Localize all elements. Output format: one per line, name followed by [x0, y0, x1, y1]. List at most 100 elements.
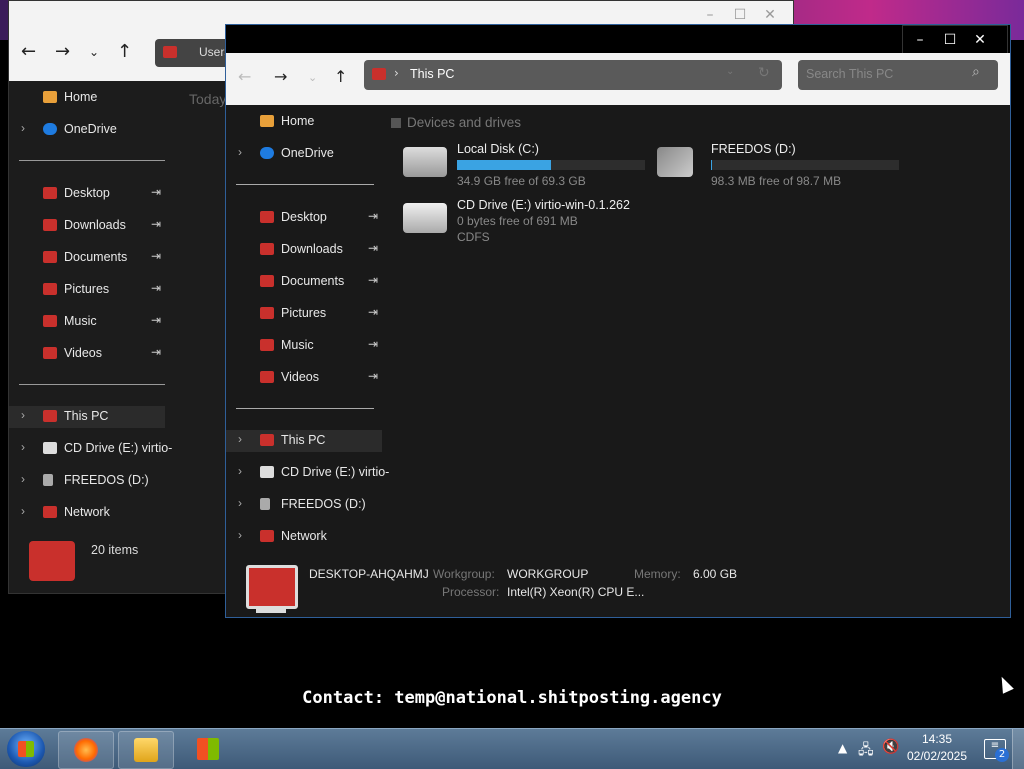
- volume-muted-icon[interactable]: 🔇: [882, 739, 899, 755]
- forward-arrow-icon[interactable]: →: [55, 41, 70, 62]
- usb-drive-icon: [657, 147, 693, 177]
- chevron-right-icon[interactable]: ›: [238, 432, 242, 446]
- show-desktop-button[interactable]: [1012, 729, 1024, 769]
- folder-icon: [43, 219, 57, 231]
- chevron-right-icon[interactable]: ›: [238, 145, 242, 159]
- sidebar-item-this-pc[interactable]: › This PC: [9, 406, 165, 428]
- search-input[interactable]: Search This PC ⌕: [798, 60, 998, 90]
- sidebar-item-pictures[interactable]: Pictures ⇥: [226, 303, 382, 325]
- sidebar-item-videos[interactable]: Videos ⇥: [226, 367, 382, 389]
- chevron-right-icon[interactable]: ›: [21, 408, 25, 422]
- home-icon: [260, 115, 274, 127]
- chevron-right-icon[interactable]: ›: [238, 496, 242, 510]
- sidebar-item-freedos[interactable]: › FREEDOS (D:): [226, 494, 382, 516]
- sidebar-item-pictures[interactable]: Pictures ⇥: [9, 279, 179, 301]
- memory-label: Memory:: [634, 567, 681, 581]
- sidebar-item-cd-drive[interactable]: › CD Drive (E:) virtio-: [9, 438, 179, 460]
- up-arrow-icon[interactable]: ↑: [117, 41, 132, 62]
- sidebar-item-home[interactable]: Home: [226, 111, 382, 133]
- show-hidden-icons-arrow-icon[interactable]: ▲: [838, 741, 847, 755]
- processor-label: Processor:: [442, 585, 500, 599]
- folder-icon: [43, 347, 57, 359]
- drive-tile-c[interactable]: Local Disk (C:) 34.9 GB free of 69.3 GB: [391, 139, 645, 188]
- minimize-button[interactable]: –: [905, 30, 935, 50]
- sidebar-item-desktop[interactable]: Desktop ⇥: [9, 183, 179, 205]
- folder-icon: [260, 211, 274, 223]
- address-bar[interactable]: › This PC ⌄ ↻: [364, 60, 782, 90]
- sidebar-item-network[interactable]: › Network: [9, 502, 179, 524]
- pin-icon: ⇥: [368, 273, 379, 287]
- sidebar-item-documents[interactable]: Documents ⇥: [226, 271, 382, 293]
- usage-bar: [711, 160, 899, 170]
- clock[interactable]: 14:35 02/02/2025: [902, 731, 972, 765]
- pin-icon: ⇥: [151, 313, 162, 327]
- pin-icon: ⇥: [151, 249, 162, 263]
- sidebar-item-cd-drive[interactable]: › CD Drive (E:) virtio-: [226, 462, 389, 484]
- sidebar-item-home[interactable]: Home: [9, 87, 179, 109]
- contact-overlay-text: Contact: temp@national.shitposting.agenc…: [302, 688, 722, 708]
- sidebar-item-network[interactable]: › Network: [226, 526, 382, 548]
- navigation-pane: Home › OneDrive Desktop ⇥ Downloads ⇥ Docum…: [226, 105, 389, 617]
- title-bar[interactable]: – ☐ ✕: [226, 25, 1010, 55]
- usage-bar: [457, 160, 645, 170]
- close-button[interactable]: ✕: [965, 30, 995, 50]
- chevron-right-icon[interactable]: ›: [21, 504, 25, 518]
- sidebar-item-onedrive[interactable]: › OneDrive: [226, 143, 382, 165]
- network-tray-icon[interactable]: 🖧: [858, 739, 874, 763]
- chevron-down-icon[interactable]: ⌄: [726, 66, 734, 77]
- sidebar-item-downloads[interactable]: Downloads ⇥: [226, 239, 382, 261]
- sidebar-item-documents[interactable]: Documents ⇥: [9, 247, 179, 269]
- minimize-button[interactable]: –: [695, 5, 725, 25]
- close-button[interactable]: ✕: [755, 5, 785, 25]
- drive-tile-e[interactable]: CD Drive (E:) virtio-win-0.1.262 0 bytes…: [391, 195, 651, 259]
- chevron-right-icon[interactable]: ›: [21, 472, 25, 486]
- folder-icon: [43, 251, 57, 263]
- action-center-icon[interactable]: ≡ 2: [984, 739, 1009, 762]
- usage-fill: [457, 160, 551, 170]
- taskbar-store[interactable]: [180, 731, 234, 767]
- cd-icon: [260, 466, 274, 478]
- chevron-down-icon[interactable]: ⌄: [89, 45, 99, 59]
- taskbar-file-explorer[interactable]: [118, 731, 174, 769]
- sidebar-item-music[interactable]: Music ⇥: [9, 311, 179, 333]
- sidebar-item-music[interactable]: Music ⇥: [226, 335, 382, 357]
- up-arrow-icon[interactable]: ↑: [334, 67, 347, 86]
- chevron-right-icon[interactable]: ›: [238, 528, 242, 542]
- pin-icon: ⇥: [368, 241, 379, 255]
- usage-fill: [711, 160, 712, 170]
- refresh-icon[interactable]: ↻: [758, 65, 770, 81]
- sidebar-item-onedrive[interactable]: › OneDrive: [9, 119, 179, 141]
- sidebar-item-desktop[interactable]: Desktop ⇥: [226, 207, 382, 229]
- forward-arrow-icon[interactable]: →: [274, 67, 287, 86]
- sidebar-item-freedos[interactable]: › FREEDOS (D:): [9, 470, 179, 492]
- address-text: This PC: [410, 67, 455, 81]
- start-button[interactable]: [7, 731, 45, 767]
- firefox-icon: [74, 738, 98, 762]
- maximize-button[interactable]: ☐: [725, 5, 755, 25]
- sidebar-item-downloads[interactable]: Downloads ⇥: [9, 215, 179, 237]
- cloud-icon: [43, 123, 57, 135]
- chevron-down-icon[interactable]: ⌄: [308, 71, 317, 84]
- taskbar: ▲ 🖧 🔇 14:35 02/02/2025 ≡ 2: [0, 728, 1024, 769]
- chevron-right-icon[interactable]: ›: [238, 464, 242, 478]
- navigation-pane: Home › OneDrive Desktop ⇥ Downloads ⇥ Docum…: [9, 81, 179, 593]
- back-arrow-icon[interactable]: ←: [238, 67, 251, 86]
- chevron-right-icon[interactable]: ›: [21, 440, 25, 454]
- back-arrow-icon[interactable]: ←: [21, 41, 36, 62]
- pin-icon: ⇥: [151, 185, 162, 199]
- processor-value: Intel(R) Xeon(R) CPU E...: [507, 585, 645, 599]
- folder-icon: [163, 46, 177, 58]
- chevron-right-icon[interactable]: ›: [21, 121, 25, 135]
- sidebar-item-this-pc[interactable]: › This PC: [226, 430, 382, 452]
- toolbar: ← → ⌄ ↑ › This PC ⌄ ↻ Search This PC ⌕: [226, 53, 1010, 105]
- sidebar-item-videos[interactable]: Videos ⇥: [9, 343, 179, 365]
- maximize-button[interactable]: ☐: [935, 30, 965, 50]
- drive-tile-d[interactable]: FREEDOS (D:) 98.3 MB free of 98.7 MB: [645, 139, 899, 188]
- taskbar-firefox[interactable]: [58, 731, 114, 769]
- folder-icon: [260, 339, 274, 351]
- folder-icon: [43, 187, 57, 199]
- group-header[interactable]: Devices and drives: [391, 115, 521, 130]
- folder-icon: [260, 275, 274, 287]
- file-explorer-window[interactable]: – ☐ ✕ ← → ⌄ ↑ › This PC ⌄ ↻ Search This …: [225, 24, 1011, 618]
- search-icon[interactable]: ⌕: [972, 64, 980, 80]
